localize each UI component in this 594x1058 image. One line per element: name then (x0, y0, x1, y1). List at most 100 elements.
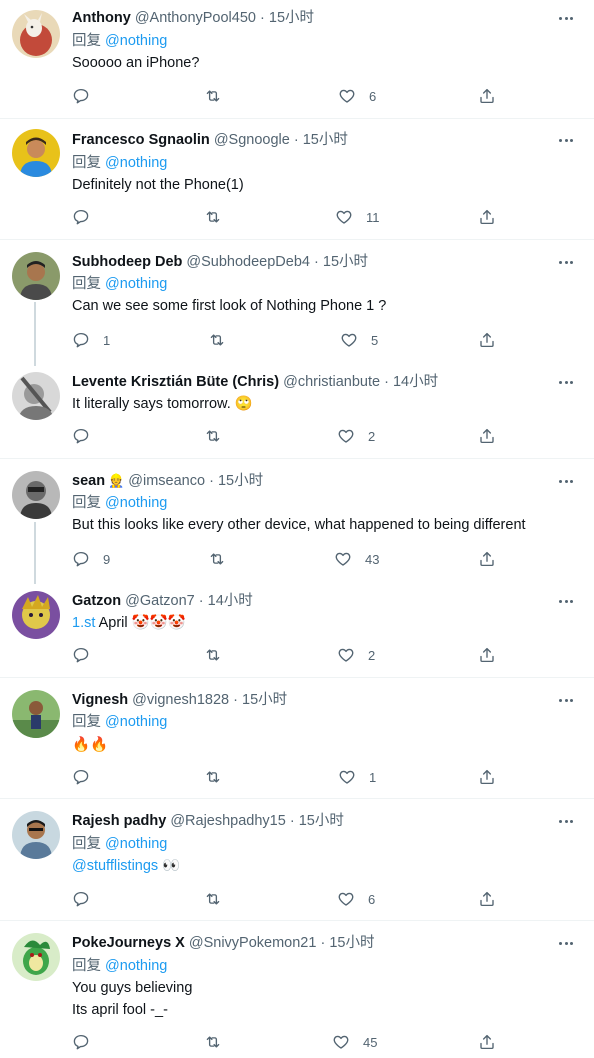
tweet-text[interactable]: @stufflistings 👀 (72, 855, 574, 877)
share-button[interactable] (478, 767, 496, 787)
timestamp[interactable]: 15小时 (269, 10, 314, 26)
more-options-icon[interactable] (554, 130, 578, 150)
hashtag-link[interactable]: 1.st (72, 615, 95, 631)
author-handle[interactable]: @SubhodeepDeb4 (186, 254, 310, 270)
timestamp[interactable]: 15小时 (299, 813, 344, 829)
like-button[interactable]: 2 (337, 645, 375, 665)
timestamp[interactable]: 14小时 (393, 374, 438, 390)
like-button[interactable]: 6 (337, 889, 375, 909)
author-handle[interactable]: @Gatzon7 (125, 593, 195, 609)
author-name[interactable]: Levente Krisztián Büte (Chris) (72, 374, 279, 390)
author-name[interactable]: PokeJourneys X (72, 935, 185, 951)
avatar[interactable] (12, 10, 60, 58)
timestamp[interactable]: 15小时 (329, 935, 374, 951)
reply-to-link[interactable]: @nothing (105, 958, 167, 974)
author-handle[interactable]: @AnthonyPool450 (135, 10, 256, 26)
author-name[interactable]: sean (72, 473, 105, 489)
more-options-icon[interactable] (554, 591, 578, 611)
retweet-button[interactable] (204, 1032, 235, 1052)
reply-to-link[interactable]: @nothing (105, 276, 167, 292)
retweet-button[interactable] (204, 889, 235, 909)
tweet[interactable]: Subhodeep Deb @SubhodeepDeb4 · 15小时 回复 @… (0, 240, 594, 360)
timestamp[interactable]: 14小时 (208, 593, 253, 609)
like-button[interactable]: 1 (338, 767, 376, 787)
reply-to-link[interactable]: @nothing (105, 836, 167, 852)
more-options-icon[interactable] (554, 690, 578, 710)
reply-button[interactable]: 1 (72, 330, 110, 350)
avatar[interactable] (12, 811, 60, 859)
timestamp[interactable]: 15小时 (242, 692, 287, 708)
reply-button[interactable] (72, 1032, 103, 1052)
share-button[interactable] (478, 1032, 496, 1052)
reply-to-link[interactable]: @nothing (105, 495, 167, 511)
author-name[interactable]: Gatzon (72, 593, 121, 609)
timestamp[interactable]: 15小时 (323, 254, 368, 270)
author-name[interactable]: Francesco Sgnaolin (72, 132, 210, 148)
like-button[interactable]: 5 (340, 330, 378, 350)
retweet-button[interactable] (204, 645, 235, 665)
more-options-icon[interactable] (554, 811, 578, 831)
like-button[interactable]: 2 (337, 426, 375, 446)
tweet[interactable]: Vignesh @vignesh1828 · 15小时 回复 @nothing … (0, 678, 594, 798)
author-handle[interactable]: @Rajeshpadhy15 (170, 813, 286, 829)
tweet[interactable]: Francesco Sgnaolin @Sgnoogle · 15小时 回复 @… (0, 119, 594, 239)
author-name[interactable]: Anthony (72, 10, 131, 26)
share-button[interactable] (478, 426, 496, 446)
reply-button[interactable] (72, 645, 103, 665)
tweet[interactable]: PokeJourneys X @SnivyPokemon21 · 15小时 回复… (0, 921, 594, 1058)
tweet[interactable]: Gatzon @Gatzon7 · 14小时 1.st April 🤡🤡🤡 2 (0, 579, 594, 677)
like-button[interactable]: 43 (334, 549, 379, 569)
more-options-icon[interactable] (554, 933, 578, 953)
reply-to-link[interactable]: @nothing (105, 155, 167, 171)
author-name[interactable]: Rajesh padhy (72, 813, 166, 829)
reply-button[interactable] (72, 889, 103, 909)
retweet-button[interactable] (204, 207, 235, 227)
avatar[interactable] (12, 933, 60, 981)
retweet-button[interactable] (204, 86, 235, 106)
timestamp[interactable]: 15小时 (218, 473, 263, 489)
reply-button[interactable] (72, 86, 103, 106)
more-options-icon[interactable] (554, 252, 578, 272)
share-button[interactable] (478, 645, 496, 665)
reply-to-link[interactable]: @nothing (105, 33, 167, 49)
avatar[interactable] (12, 591, 60, 639)
tweet[interactable]: sean 👷 @imseanco · 15小时 回复 @nothing But t… (0, 459, 594, 579)
author-handle[interactable]: @SnivyPokemon21 (189, 935, 317, 951)
retweet-button[interactable] (208, 330, 239, 350)
share-button[interactable] (478, 86, 496, 106)
tweet-header: Rajesh padhy @Rajeshpadhy15 · 15小时 (72, 811, 550, 831)
tweet[interactable]: Anthony @AnthonyPool450 · 15小时 回复 @nothi… (0, 0, 594, 118)
reply-button[interactable] (72, 767, 103, 787)
author-handle[interactable]: @vignesh1828 (132, 692, 229, 708)
share-button[interactable] (478, 207, 496, 227)
like-button[interactable]: 6 (338, 86, 376, 106)
retweet-button[interactable] (208, 549, 239, 569)
timestamp[interactable]: 15小时 (303, 132, 348, 148)
reply-button[interactable] (72, 426, 103, 446)
tweet[interactable]: Rajesh padhy @Rajeshpadhy15 · 15小时 回复 @n… (0, 799, 594, 920)
retweet-button[interactable] (204, 767, 235, 787)
like-button[interactable]: 11 (335, 207, 380, 227)
retweet-button[interactable] (204, 426, 235, 446)
share-button[interactable] (478, 889, 496, 909)
reply-button[interactable] (72, 207, 103, 227)
avatar[interactable] (12, 129, 60, 177)
share-button[interactable] (478, 549, 496, 569)
more-options-icon[interactable] (554, 471, 578, 491)
avatar[interactable] (12, 372, 60, 420)
author-handle[interactable]: @imseanco (128, 473, 205, 489)
like-button[interactable]: 45 (332, 1032, 377, 1052)
author-name[interactable]: Subhodeep Deb (72, 254, 182, 270)
author-handle[interactable]: @christianbute (283, 374, 380, 390)
avatar[interactable] (12, 252, 60, 300)
reply-to-link[interactable]: @nothing (105, 714, 167, 730)
reply-button[interactable]: 9 (72, 549, 110, 569)
more-options-icon[interactable] (554, 372, 578, 392)
avatar[interactable] (12, 471, 60, 519)
more-options-icon[interactable] (554, 8, 578, 28)
share-button[interactable] (478, 330, 496, 350)
author-handle[interactable]: @Sgnoogle (214, 132, 290, 148)
tweet[interactable]: Levente Krisztián Büte (Chris) @christia… (0, 360, 594, 458)
avatar[interactable] (12, 690, 60, 738)
author-name[interactable]: Vignesh (72, 692, 128, 708)
